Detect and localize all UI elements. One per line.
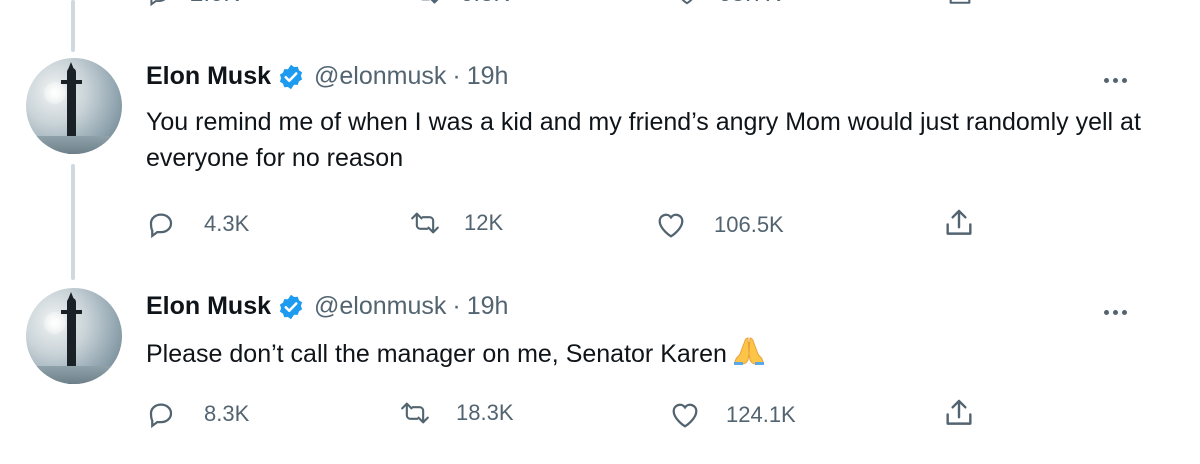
reply-button[interactable]: 8.3K <box>146 399 249 429</box>
reply-count: 4.3K <box>204 211 250 236</box>
reply-icon <box>150 0 166 7</box>
share-icon <box>946 399 972 425</box>
avatar-ground <box>26 366 122 384</box>
author-name[interactable]: Elon Musk <box>146 62 271 91</box>
tweet-timestamp[interactable]: 19h <box>467 62 509 91</box>
tweet-text: Please don’t call the manager on me, Sen… <box>146 336 1146 376</box>
author-handle[interactable]: @elonmusk <box>314 62 446 91</box>
author-handle[interactable]: @elonmusk <box>314 292 446 321</box>
avatar-sun <box>44 312 66 334</box>
share-button[interactable] <box>942 395 976 431</box>
verified-badge-icon <box>279 64 303 89</box>
like-button[interactable]: 106.5K <box>654 209 784 241</box>
tweet-actions: 8.3K 18.3K 124.1K <box>146 399 1046 433</box>
reply-icon <box>149 403 173 429</box>
retweet-icon <box>401 402 429 424</box>
like-count: 124.1K <box>726 402 796 427</box>
like-icon <box>658 213 684 238</box>
like-count: 106.5K <box>714 212 784 237</box>
previous-like-action[interactable]: 63.7K <box>674 0 781 8</box>
folded-hands-emoji <box>733 336 765 376</box>
more-options-icon[interactable] <box>1104 78 1127 83</box>
retweet-icon <box>421 0 439 4</box>
reply-button[interactable]: 4.3K <box>146 209 249 239</box>
previous-share-action[interactable] <box>946 0 974 8</box>
like-icon <box>681 0 693 5</box>
previous-tweet-actions: 2.0K 6.8K 63.7K <box>0 0 1200 12</box>
thread-connector-middle <box>71 164 75 280</box>
tweet-header: Elon Musk @elonmusk · 19h <box>146 292 508 321</box>
avatar-rocket-fin <box>61 80 82 84</box>
avatar-rocket-fin <box>61 310 82 314</box>
retweet-button[interactable]: 18.3K <box>398 399 514 427</box>
like-icon <box>672 403 698 428</box>
header-separator: · <box>452 292 461 320</box>
share-icon <box>946 209 972 235</box>
avatar-ground <box>26 136 122 154</box>
thread-connector-top <box>71 0 75 52</box>
header-separator: · <box>452 62 461 90</box>
retweet-icon <box>411 212 439 234</box>
more-options-icon[interactable] <box>1104 310 1127 315</box>
like-button[interactable]: 124.1K <box>668 399 796 431</box>
tweet-text: You remind me of when I was a kid and my… <box>146 108 1141 172</box>
share-icon <box>949 0 971 4</box>
previous-reply-action[interactable]: 2.0K <box>146 0 239 8</box>
reply-icon <box>149 213 173 239</box>
previous-retweet-action[interactable]: 6.8K <box>412 0 509 8</box>
retweet-button[interactable]: 12K <box>408 209 503 237</box>
previous-like-count: 63.7K <box>718 0 781 8</box>
reply-count: 8.3K <box>204 401 250 426</box>
tweet-actions: 4.3K 12K 106.5K <box>146 209 1046 243</box>
avatar[interactable] <box>26 58 122 154</box>
retweet-count: 12K <box>464 210 504 235</box>
tweet-timestamp[interactable]: 19h <box>467 292 509 321</box>
retweet-count: 18.3K <box>456 400 514 425</box>
previous-reply-count: 2.0K <box>190 0 239 8</box>
previous-retweet-count: 6.8K <box>460 0 509 8</box>
share-button[interactable] <box>942 205 976 241</box>
avatar-sun <box>44 82 66 104</box>
verified-badge-icon <box>279 294 303 319</box>
author-name[interactable]: Elon Musk <box>146 292 271 321</box>
tweet-header: Elon Musk @elonmusk · 19h <box>146 62 508 91</box>
avatar[interactable] <box>26 288 122 384</box>
tweet-text-content: Please don’t call the manager on me, Sen… <box>146 340 727 368</box>
